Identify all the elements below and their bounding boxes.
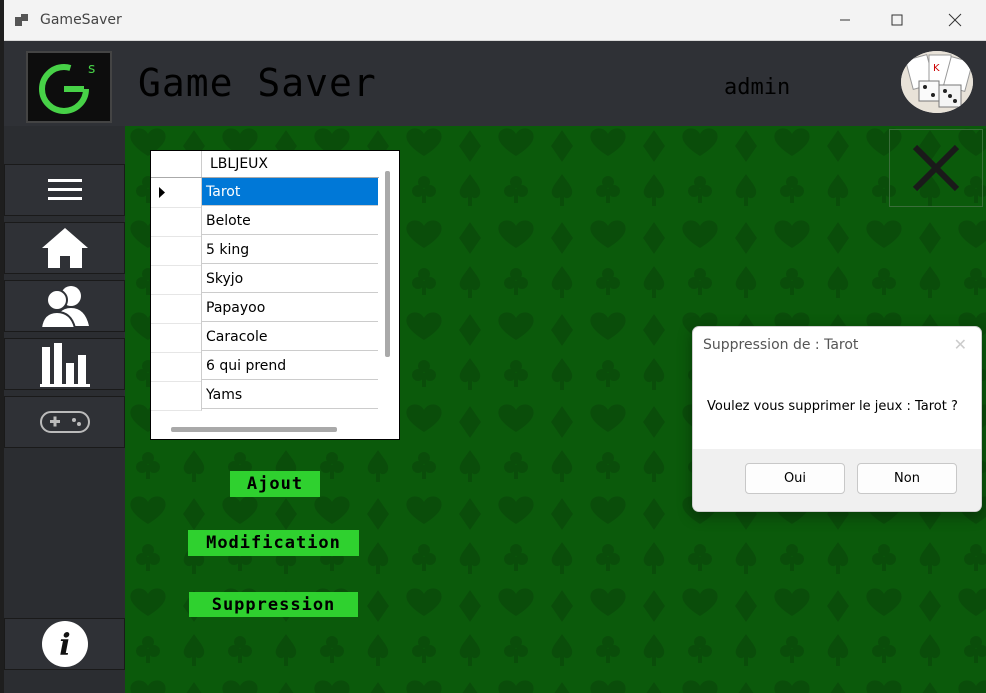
close-panel-button[interactable]	[889, 129, 983, 207]
horizontal-scrollbar[interactable]	[171, 427, 337, 432]
gamepad-icon	[39, 411, 90, 433]
row-header[interactable]	[151, 323, 202, 353]
row-header-corner	[151, 151, 202, 177]
app-header: s Game Saver admin K	[4, 41, 986, 126]
dialog-message: Voulez vous supprimer le jeux : Tarot ?	[707, 399, 958, 414]
info-icon: i	[41, 621, 88, 667]
column-header-lbljeux[interactable]: LBLJEUX	[210, 156, 268, 172]
games-button[interactable]	[4, 396, 125, 448]
svg-text:K: K	[933, 63, 940, 74]
vertical-scrollbar[interactable]	[385, 171, 390, 357]
table-cell[interactable]: Tarot	[202, 178, 378, 206]
current-row-arrow-icon	[159, 187, 165, 198]
table-row[interactable]: Skyjo	[151, 265, 379, 295]
table-cell[interactable]: Papayoo	[202, 294, 378, 322]
row-header[interactable]	[151, 352, 202, 382]
chart-icon	[39, 343, 90, 387]
table-cell[interactable]: Skyjo	[202, 265, 378, 293]
close-window-button[interactable]	[926, 0, 984, 40]
home-button[interactable]	[4, 222, 125, 274]
dialog-close-icon[interactable]: ✕	[954, 335, 967, 354]
delete-button[interactable]: Suppression	[189, 592, 358, 617]
dialog-body: Voulez vous supprimer le jeux : Tarot ?	[693, 363, 981, 449]
user-avatar[interactable]: K	[901, 51, 973, 113]
yes-button[interactable]: Oui	[745, 463, 845, 494]
maximize-icon	[891, 14, 903, 26]
app-window-icon	[15, 13, 29, 27]
close-icon	[948, 13, 962, 27]
users-icon	[39, 286, 89, 328]
statistics-button[interactable]	[4, 338, 125, 390]
grid-header: LBLJEUX	[151, 151, 379, 178]
table-row[interactable]: 5 king	[151, 236, 379, 266]
add-button[interactable]: Ajout	[230, 471, 320, 497]
minimize-icon	[840, 19, 850, 21]
table-cell[interactable]: Caracole	[202, 323, 378, 351]
menu-button[interactable]	[4, 164, 125, 216]
table-cell[interactable]: 5 king	[202, 236, 378, 264]
table-row[interactable]: Yams	[151, 381, 379, 411]
games-datagrid[interactable]: LBLJEUX Tarot Belote 5 king Skyjo Papayo…	[150, 150, 400, 440]
svg-text:i: i	[59, 628, 70, 663]
dialog-footer: Oui Non	[693, 449, 981, 511]
home-icon	[41, 228, 88, 268]
info-button[interactable]: i	[4, 618, 125, 670]
dialog-title: Suppression de : Tarot	[703, 337, 859, 353]
menu-icon	[47, 179, 82, 200]
edit-button[interactable]: Modification	[188, 530, 359, 556]
no-button[interactable]: Non	[857, 463, 957, 494]
table-cell[interactable]: 6 qui prend	[202, 352, 378, 380]
table-row[interactable]: Caracole	[151, 323, 379, 353]
row-header[interactable]	[151, 178, 202, 208]
table-row[interactable]: Papayoo	[151, 294, 379, 324]
row-header[interactable]	[151, 265, 202, 295]
row-header[interactable]	[151, 236, 202, 266]
app-title: Game Saver	[138, 61, 377, 105]
svg-text:s: s	[88, 61, 95, 77]
maximize-button[interactable]	[868, 0, 926, 40]
table-row[interactable]: 6 qui prend	[151, 352, 379, 382]
sidebar: i	[4, 126, 125, 693]
users-button[interactable]	[4, 280, 125, 332]
title-bar: GameSaver	[4, 0, 986, 41]
row-header[interactable]	[151, 207, 202, 237]
app-logo: s	[26, 51, 112, 123]
username-label: admin	[724, 75, 791, 100]
close-icon	[912, 144, 960, 192]
table-cell[interactable]: Yams	[202, 381, 378, 409]
table-row[interactable]: Tarot	[151, 178, 379, 208]
confirm-delete-dialog: Suppression de : Tarot ✕ Voulez vous sup…	[692, 326, 982, 512]
row-header[interactable]	[151, 294, 202, 324]
table-cell[interactable]: Belote	[202, 207, 378, 235]
minimize-button[interactable]	[816, 0, 874, 40]
table-row[interactable]: Belote	[151, 207, 379, 237]
window-title: GameSaver	[40, 12, 122, 28]
row-header[interactable]	[151, 381, 202, 411]
